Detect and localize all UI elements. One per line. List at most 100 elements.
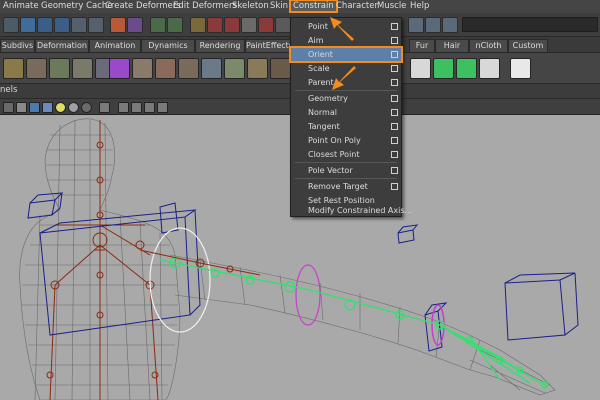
isolate-icon[interactable] <box>99 102 110 113</box>
blendshape-icon[interactable] <box>109 58 130 79</box>
tab-ncloth[interactable]: nCloth <box>469 39 508 52</box>
rotate-tool-icon[interactable] <box>37 17 53 33</box>
ao-icon[interactable] <box>81 102 92 113</box>
twist-icon[interactable] <box>224 58 245 79</box>
select-component-icon[interactable] <box>167 17 183 33</box>
history-icon[interactable] <box>275 17 291 33</box>
ipr-render-icon[interactable] <box>442 17 458 33</box>
menu-divider <box>295 162 397 163</box>
menu-skeleton[interactable]: Skeleton <box>232 1 269 11</box>
lights-icon[interactable] <box>55 102 66 113</box>
snap-view-icon[interactable] <box>241 17 257 33</box>
magnet-curve-icon[interactable] <box>207 17 223 33</box>
render-view-icon[interactable] <box>408 17 424 33</box>
tab-animation[interactable]: Animation <box>89 39 141 52</box>
tab-dynamics[interactable]: Dynamics <box>141 39 195 52</box>
menu-edit-deformers[interactable]: Edit Deformers <box>173 1 237 11</box>
bend-icon[interactable] <box>132 58 153 79</box>
option-box-icon[interactable] <box>391 37 398 44</box>
menu-item-pole-vector[interactable]: Pole Vector <box>291 164 401 177</box>
textured-icon[interactable] <box>42 102 53 113</box>
cluster-icon[interactable] <box>3 58 24 79</box>
option-box-icon[interactable] <box>391 123 398 130</box>
menu-item-label: Pole Vector <box>308 166 353 175</box>
option-box-icon[interactable] <box>391 109 398 116</box>
option-box-icon[interactable] <box>391 65 398 72</box>
panels-menu-label[interactable]: nels <box>0 85 17 95</box>
render-icon[interactable] <box>110 17 126 33</box>
menu-item-modify-constrained-axis[interactable]: Modify Constrained Axis... <box>291 206 412 216</box>
skeleton-joints[interactable] <box>46 120 159 400</box>
menu-character[interactable]: Character <box>336 1 378 11</box>
menu-animate[interactable]: Animate <box>3 1 39 11</box>
menu-item-label: Normal <box>308 108 337 117</box>
select-object-icon[interactable] <box>150 17 166 33</box>
snap-icon[interactable] <box>71 17 87 33</box>
menu-item-orient[interactable]: Orient <box>289 46 403 63</box>
dropdown-arrow-icon[interactable] <box>3 17 19 33</box>
smooth-shade-icon[interactable] <box>29 102 40 113</box>
wave-icon[interactable] <box>247 58 268 79</box>
pole-vector-circle[interactable] <box>295 264 321 326</box>
tab-subdivs[interactable]: Subdivs <box>0 39 35 52</box>
option-box-icon[interactable] <box>391 137 398 144</box>
tab-rendering[interactable]: Rendering <box>195 39 245 52</box>
xray-joints-icon[interactable] <box>131 102 142 113</box>
wire-icon[interactable] <box>72 58 93 79</box>
scale-tool-icon[interactable] <box>54 17 70 33</box>
hud-icon[interactable] <box>144 102 155 113</box>
lattice-icon[interactable] <box>26 58 47 79</box>
tab-fur[interactable]: Fur <box>409 39 435 52</box>
option-box-icon[interactable] <box>391 23 398 30</box>
option-box-icon[interactable] <box>391 95 398 102</box>
tab-custom[interactable]: Custom <box>508 39 548 52</box>
menu-geometry-cache[interactable]: Geometry Cache <box>41 1 113 11</box>
menu-item-normal[interactable]: Normal <box>291 106 401 119</box>
sine-icon[interactable] <box>178 58 199 79</box>
select-by-hierarchy-icon[interactable] <box>127 17 143 33</box>
tab-hair[interactable]: Hair <box>435 39 469 52</box>
menu-help[interactable]: Help <box>410 1 429 11</box>
menu-create-deformers[interactable]: Create Deformers <box>105 1 181 11</box>
fk-arm-chain[interactable] <box>139 249 261 276</box>
menu-item-point-on-poly[interactable]: Point On Poly <box>291 134 401 147</box>
magnet-snap-icon[interactable] <box>190 17 206 33</box>
option-box-icon[interactable] <box>391 167 398 174</box>
menu-item-label: Modify Constrained Axis... <box>308 206 413 215</box>
option-box-icon[interactable] <box>391 183 398 190</box>
ncloth-cache-icon[interactable] <box>479 58 500 79</box>
menu-item-closest-point[interactable]: Closest Point <box>291 148 401 161</box>
render-frame-icon[interactable] <box>425 17 441 33</box>
menu-item-geometry[interactable]: Geometry <box>291 92 401 105</box>
quick-select-field[interactable] <box>462 17 598 32</box>
snap-live-icon[interactable] <box>258 17 274 33</box>
menu-item-label: Point On Poly <box>308 136 361 145</box>
flare-icon[interactable] <box>155 58 176 79</box>
camera-icon[interactable] <box>3 102 14 113</box>
tab-painteffects[interactable]: PaintEffects <box>245 39 291 52</box>
tab-deformation[interactable]: Deformation <box>35 39 89 52</box>
squash-icon[interactable] <box>201 58 222 79</box>
grid-icon[interactable] <box>157 102 168 113</box>
ncloth-create-icon[interactable] <box>410 58 431 79</box>
wireframe-icon[interactable] <box>16 102 27 113</box>
snap-grid-icon[interactable] <box>88 17 104 33</box>
option-box-icon[interactable] <box>391 51 398 58</box>
ncloth-paint-icon[interactable] <box>510 58 531 79</box>
option-box-icon[interactable] <box>391 151 398 158</box>
jiggle-icon[interactable] <box>270 58 291 79</box>
shadows-icon[interactable] <box>68 102 79 113</box>
option-box-icon[interactable] <box>391 79 398 86</box>
xray-icon[interactable] <box>118 102 129 113</box>
ncloth-constraint-icon[interactable] <box>456 58 477 79</box>
ncloth-collider-icon[interactable] <box>433 58 454 79</box>
menu-constrain[interactable]: Constrain <box>289 0 338 13</box>
menu-item-remove-target[interactable]: Remove Target <box>291 180 401 193</box>
menu-divider <box>295 178 397 179</box>
menu-item-tangent[interactable]: Tangent <box>291 120 401 133</box>
wrap-icon[interactable] <box>49 58 70 79</box>
move-tool-icon[interactable] <box>20 17 36 33</box>
menu-skin[interactable]: Skin <box>270 1 288 11</box>
menu-muscle[interactable]: Muscle <box>377 1 406 11</box>
magnet-point-icon[interactable] <box>224 17 240 33</box>
